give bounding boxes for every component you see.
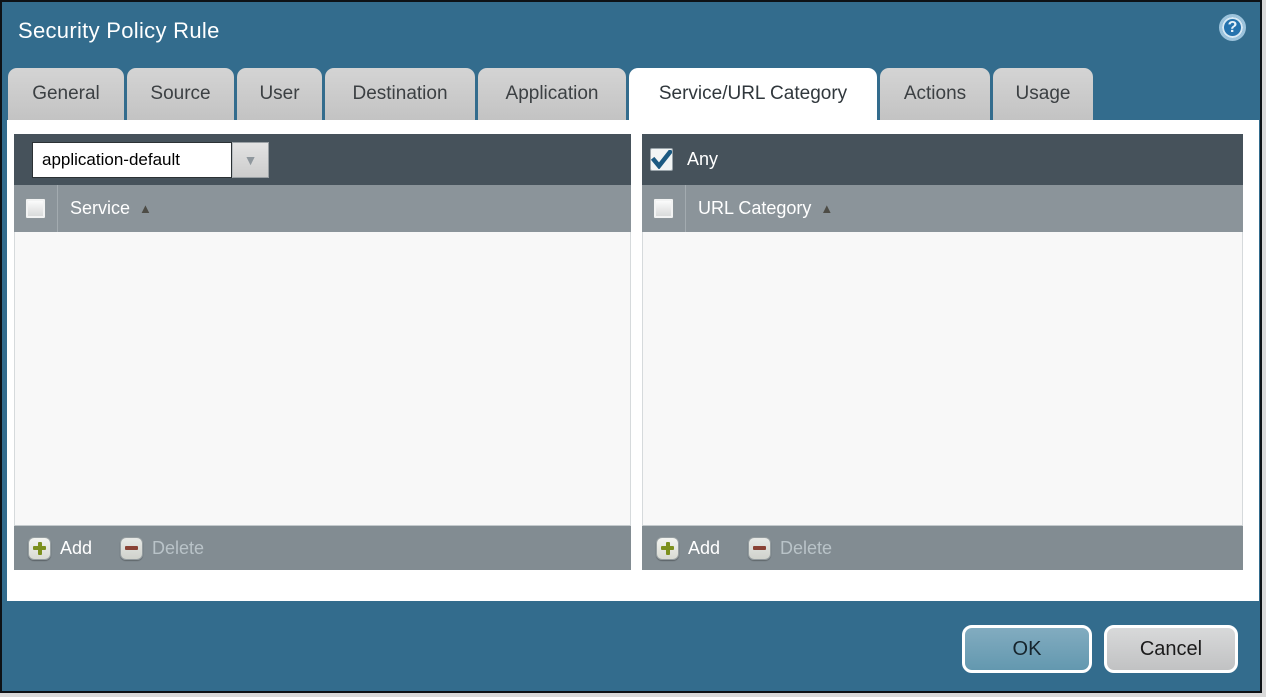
url-category-select-all-cell <box>642 185 686 232</box>
checkmark-icon <box>651 150 672 169</box>
url-category-column-header[interactable]: URL Category ▲ <box>642 185 1243 232</box>
service-select-all-checkbox[interactable] <box>25 198 46 219</box>
cancel-button[interactable]: Cancel <box>1104 625 1238 673</box>
ok-button[interactable]: OK <box>962 625 1092 673</box>
plus-icon <box>656 537 679 560</box>
sort-asc-icon: ▲ <box>139 201 152 216</box>
chevron-down-icon: ▼ <box>244 153 258 167</box>
url-category-select-all-checkbox[interactable] <box>653 198 674 219</box>
service-type-input[interactable] <box>32 142 232 178</box>
service-add-button[interactable]: Add <box>28 537 92 560</box>
any-label: Any <box>687 149 718 170</box>
url-category-column-label: URL Category <box>698 198 811 219</box>
help-question-glyph: ? <box>1228 19 1238 37</box>
tab-application[interactable]: Application <box>478 68 626 120</box>
tab-bar: General Source User Destination Applicat… <box>8 68 1096 120</box>
security-policy-rule-dialog: Security Policy Rule ? General Source Us… <box>0 0 1262 693</box>
service-type-combobox: ▼ <box>32 142 269 178</box>
service-select-all-cell <box>14 185 58 232</box>
any-checkbox[interactable] <box>650 148 673 171</box>
page-title: Security Policy Rule <box>18 18 220 44</box>
service-delete-button[interactable]: Delete <box>120 537 204 560</box>
service-panel-header: ▼ <box>14 134 631 185</box>
url-category-panel-header: Any <box>642 134 1243 185</box>
service-type-dropdown-button[interactable]: ▼ <box>232 142 269 178</box>
tab-usage[interactable]: Usage <box>993 68 1093 120</box>
tab-user[interactable]: User <box>237 68 322 120</box>
tab-general[interactable]: General <box>8 68 124 120</box>
help-icon[interactable]: ? <box>1219 14 1246 41</box>
url-category-panel: Any URL Category ▲ Add Delete <box>642 134 1243 570</box>
tab-actions[interactable]: Actions <box>880 68 990 120</box>
tab-content-surface: ▼ Service ▲ Add Delete <box>7 120 1259 601</box>
url-category-list <box>642 232 1243 526</box>
minus-icon <box>748 537 771 560</box>
tab-destination[interactable]: Destination <box>325 68 475 120</box>
url-category-add-button[interactable]: Add <box>656 537 720 560</box>
service-column-label: Service <box>70 198 130 219</box>
url-category-toolbar: Add Delete <box>642 526 1243 570</box>
plus-icon <box>28 537 51 560</box>
tab-source[interactable]: Source <box>127 68 234 120</box>
url-category-delete-button[interactable]: Delete <box>748 537 832 560</box>
service-column-header[interactable]: Service ▲ <box>14 185 631 232</box>
service-panel: ▼ Service ▲ Add Delete <box>14 134 631 570</box>
service-list <box>14 232 631 526</box>
sort-asc-icon: ▲ <box>820 201 833 216</box>
tab-service-url-category[interactable]: Service/URL Category <box>629 68 877 120</box>
minus-icon <box>120 537 143 560</box>
service-toolbar: Add Delete <box>14 526 631 570</box>
